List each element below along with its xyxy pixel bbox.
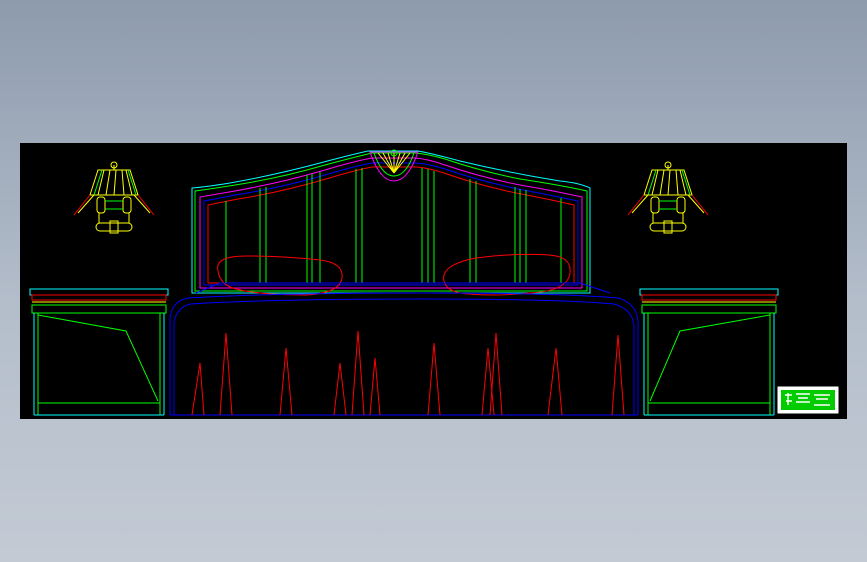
bed-pleats: [191, 330, 625, 416]
headboard-crest: [369, 149, 419, 182]
logo-stamp: [777, 386, 839, 414]
wall-lamp-left: [73, 161, 155, 234]
pillow-right: [443, 253, 571, 296]
pillow-left: [217, 255, 343, 296]
cad-viewport[interactable]: [20, 143, 847, 419]
nightstand-right: [639, 288, 779, 416]
bed-cover: [169, 282, 639, 416]
wall-lamp-right: [627, 161, 709, 234]
pillows: [217, 253, 571, 296]
headboard-frame-green: [194, 152, 588, 292]
headboard: [191, 149, 591, 294]
nightstand-left: [29, 288, 169, 416]
headboard-frame-cyan: [191, 150, 591, 294]
headboard-slats: [225, 168, 562, 283]
cad-drawing: [29, 149, 839, 416]
